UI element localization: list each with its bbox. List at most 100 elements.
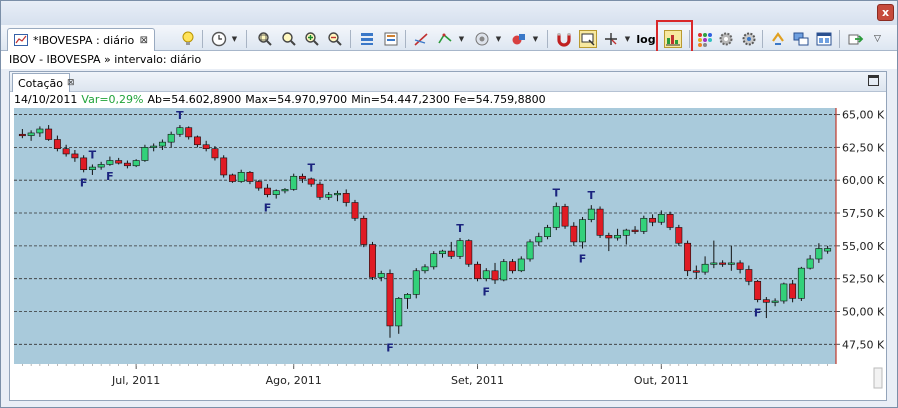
lightbulb-icon[interactable] (179, 30, 197, 48)
objects-dropdown-icon[interactable]: ▼ (531, 33, 540, 45)
y-tick-label: 57,50 K (842, 207, 885, 220)
candle-body-down (762, 299, 770, 303)
panel-tab-cotacao[interactable]: Cotação ⊠ (12, 73, 75, 92)
zoom-out-icon[interactable] (326, 30, 344, 48)
candle-body-up (132, 160, 140, 167)
bottom-marker: F (264, 201, 272, 214)
candle-body-up (517, 258, 525, 272)
clock-dropdown-icon[interactable]: ▼ (230, 33, 239, 45)
window-close-button[interactable]: x (877, 4, 894, 21)
app-window: x *IBOVESPA : diário ⊠ ▼ ▼ ▼ ▼ ▼ log ▽ I… (0, 0, 898, 408)
candle-body-down (631, 229, 639, 232)
toolbar-separator (689, 30, 690, 48)
y-tick-label: 55,00 K (842, 240, 885, 253)
quote-info-bar: 14/10/2011 Var=0,29% Ab=54.602,8900 Max=… (10, 92, 886, 108)
template-icon[interactable] (382, 30, 400, 48)
document-tab[interactable]: *IBOVESPA : diário ⊠ (7, 28, 155, 51)
toolbar-overflow-icon[interactable]: ▽ (873, 33, 882, 45)
candle-body-down (789, 283, 797, 299)
layout-icon[interactable] (815, 30, 833, 48)
candle-body-up (640, 217, 648, 232)
candle-body-down (745, 269, 753, 282)
clock-icon[interactable] (210, 30, 228, 48)
drawing-tools-icon[interactable] (412, 30, 430, 48)
candle-body-down (220, 157, 228, 176)
candle-body-down (123, 162, 131, 167)
candle-body-up (482, 270, 490, 279)
candle-body-down (342, 193, 350, 203)
candle-body-down (316, 183, 324, 198)
maximize-icon[interactable] (868, 75, 879, 86)
candle-body-up (526, 241, 534, 260)
candlestick-chart[interactable]: 47,50 K 50,00 K 52,50 K 55,00 K 57,50 K 60,00… (14, 108, 886, 400)
cursor-dropdown-icon[interactable]: ▼ (623, 33, 632, 45)
lines-dropdown-icon[interactable]: ▼ (457, 33, 466, 45)
candle-body-up (290, 175, 298, 190)
document-tab-close-icon[interactable]: ⊠ (140, 35, 148, 46)
candle-body-up (701, 263, 709, 273)
candle-body-up (281, 189, 289, 192)
properties-icon[interactable] (740, 30, 758, 48)
toolbar-separator (762, 30, 763, 48)
top-marker: T (176, 109, 184, 122)
quote-min: Min=54.447,2300 (351, 93, 450, 106)
candle-body-down (299, 175, 306, 180)
candle-body-down (53, 139, 61, 149)
candle-body-down (561, 206, 569, 227)
candle-body-up (176, 127, 184, 135)
candle-body-up (237, 172, 245, 182)
candle-body-up (535, 236, 543, 243)
candle-body-down (692, 270, 700, 273)
crosshair-toggle-icon[interactable] (579, 30, 597, 48)
zoom-icon[interactable] (280, 30, 298, 48)
cursor-icon[interactable] (602, 30, 620, 48)
candle-body-down (684, 242, 692, 272)
candle-body-up (614, 235, 622, 239)
windows-icon[interactable] (792, 30, 810, 48)
highlight-frame (656, 20, 693, 55)
toolbar-separator (246, 30, 247, 48)
toolbar-separator (405, 30, 406, 48)
candle-body-up (657, 214, 665, 223)
top-marker: T (89, 148, 97, 161)
zoom-fit-icon[interactable] (256, 30, 274, 48)
candle-body-up (771, 300, 779, 303)
candle-body-up (579, 219, 586, 243)
candle-body-down (193, 136, 201, 146)
candle-body-up (500, 261, 508, 281)
candle-body-down (736, 262, 744, 270)
candle-body-down (18, 133, 26, 137)
candle-body-up (797, 267, 805, 299)
candle-body-up (167, 133, 175, 143)
settings-icon[interactable] (717, 30, 735, 48)
candle-body-up (622, 229, 630, 236)
lines-icon[interactable] (436, 30, 454, 48)
candle-body-up (412, 270, 420, 295)
candle-body-down (491, 270, 499, 281)
chart-area[interactable]: 47,50 K 50,00 K 52,50 K 55,00 K 57,50 K 60,00… (14, 108, 886, 400)
candle-body-down (666, 214, 674, 228)
objects-icon[interactable] (510, 30, 528, 48)
x-tick-label: Jul, 2011 (111, 374, 160, 387)
bottom-marker: F (483, 285, 491, 298)
panel-tab-close-icon[interactable]: ⊠ (67, 78, 75, 88)
candle-body-down (80, 157, 88, 171)
sheet-icon[interactable] (473, 30, 491, 48)
y-tick-label: 52,50 K (842, 273, 885, 286)
top-marker: T (588, 189, 596, 202)
panel-tab-bar: Cotação ⊠ (10, 72, 886, 92)
magnet-icon[interactable] (555, 30, 573, 48)
add-study-icon[interactable] (358, 30, 376, 48)
candle-body-down (605, 235, 613, 239)
zoom-in-icon[interactable] (303, 30, 321, 48)
toolbar-separator (202, 30, 203, 48)
sheet-dropdown-icon[interactable]: ▼ (494, 33, 503, 45)
candle-body-down (307, 178, 315, 185)
export-icon[interactable] (847, 30, 865, 48)
candle-body-up (27, 132, 35, 136)
sync-icon[interactable] (769, 30, 787, 48)
palette-icon[interactable] (695, 30, 713, 48)
log-scale-icon[interactable]: log (636, 30, 655, 48)
candle-body-down (62, 148, 70, 155)
candle-body-down (45, 128, 53, 140)
